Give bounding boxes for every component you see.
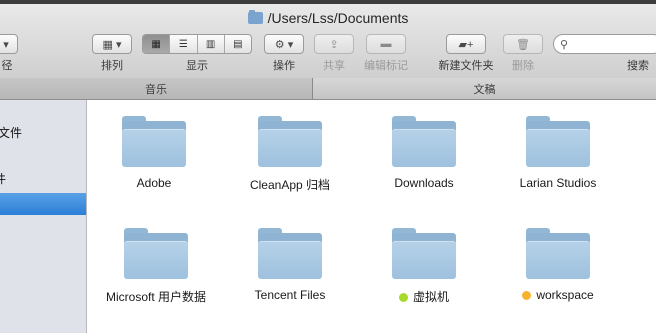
coverflow-view-button[interactable]: ▤ <box>225 35 251 53</box>
view-mode-switcher: ▦ ☰ ▥ ▤ <box>142 34 252 54</box>
folder-icon <box>392 116 456 167</box>
folder-name: Microsoft 用户数据 <box>105 290 206 304</box>
folder-item[interactable]: Microsoft 用户数据 <box>89 228 223 305</box>
edit-tags-label: 编辑标记 <box>364 60 408 72</box>
folder-item[interactable]: CleanApp 归档 <box>223 116 357 193</box>
folder-item[interactable]: workspace <box>491 228 625 302</box>
folder-item[interactable]: 虚拟机 <box>357 228 491 305</box>
sidebar-item-partial[interactable]: 件 <box>0 170 6 187</box>
list-view-icon: ☰ <box>178 38 188 50</box>
folder-name: Larian Studios <box>519 176 597 190</box>
folder-item[interactable]: Downloads <box>357 116 491 190</box>
folder-name: 虚拟机 <box>357 288 491 305</box>
delete-label: 删除 <box>512 60 534 72</box>
folder-icon <box>122 116 186 167</box>
share-button[interactable]: ⇪ <box>314 34 354 54</box>
search-input[interactable]: ⚲ <box>553 34 656 54</box>
folder-item[interactable]: Larian Studios <box>491 116 625 190</box>
green-tag-dot <box>398 293 408 302</box>
folder-icon <box>526 116 590 167</box>
folder-name: Downloads <box>394 176 454 190</box>
folder-icon <box>526 228 590 279</box>
share-label: 共享 <box>323 60 345 72</box>
folder-icon-grid: Adobe CleanApp 归档 Downloads Larian Studi… <box>87 100 656 333</box>
new-folder-icon: ▰+ <box>458 38 474 51</box>
folder-item[interactable]: Adobe <box>87 116 221 190</box>
tab-music[interactable]: 音乐 <box>0 78 313 99</box>
folder-icon <box>124 228 188 279</box>
chevron-down-icon: ▾ <box>115 38 122 51</box>
tab-documents[interactable]: 文稿 <box>313 78 656 99</box>
coverflow-view-icon: ▤ <box>233 38 243 50</box>
icon-view-button[interactable]: ▦ <box>143 35 171 53</box>
orange-tag-dot <box>522 291 532 300</box>
gear-icon: ⚙ <box>274 38 285 51</box>
delete-button[interactable]: 🗑 <box>503 34 543 54</box>
arrange-grid-icon: ▦ <box>102 38 113 51</box>
trash-icon: 🗑 <box>516 38 530 51</box>
search-icon: ⚲ <box>560 39 569 51</box>
arrange-label: 排列 <box>101 60 123 72</box>
tab-bar: 音乐 文稿 <box>0 78 656 100</box>
path-label: 径 <box>1 60 13 72</box>
share-icon: ⇪ <box>329 38 339 51</box>
folder-icon <box>258 116 322 167</box>
sidebar-item-files[interactable]: 文件 <box>0 124 22 141</box>
folder-name: workspace <box>491 288 625 302</box>
path-button[interactable]: ▾ <box>0 34 18 54</box>
folder-name: Adobe <box>136 176 172 190</box>
action-label: 操作 <box>273 60 295 72</box>
column-view-button[interactable]: ▥ <box>198 35 225 53</box>
action-button[interactable]: ⚙ ▾ <box>264 34 304 54</box>
sidebar-item-selected[interactable] <box>0 193 86 215</box>
new-folder-label: 新建文件夹 <box>438 60 494 72</box>
window-title: /Users/Lss/Documents <box>0 10 656 26</box>
folder-icon <box>392 228 456 279</box>
edit-tags-button[interactable]: ▬ <box>366 34 406 54</box>
sidebar: 文件 件 <box>0 100 87 333</box>
tag-icon: ▬ <box>380 38 392 50</box>
toolbar: /Users/Lss/Documents ▾ 径 ▦ ▾ 排列 ▦ ☰ ▥ ▤ … <box>0 4 656 79</box>
documents-folder-icon <box>247 10 263 24</box>
list-view-button[interactable]: ☰ <box>170 35 198 53</box>
folder-name: Tencent Files <box>254 288 326 302</box>
icon-view-icon: ▦ <box>151 38 161 50</box>
arrange-button[interactable]: ▦ ▾ <box>92 34 132 54</box>
folder-icon <box>258 228 322 279</box>
chevron-down-icon: ▾ <box>287 38 294 51</box>
folder-name: CleanApp 归档 <box>249 178 331 192</box>
new-folder-button[interactable]: ▰+ <box>446 34 486 54</box>
search-label: 搜索 <box>627 60 649 72</box>
folder-item[interactable]: Tencent Files <box>223 228 357 302</box>
view-label: 显示 <box>186 60 208 72</box>
column-view-icon: ▥ <box>205 38 216 50</box>
